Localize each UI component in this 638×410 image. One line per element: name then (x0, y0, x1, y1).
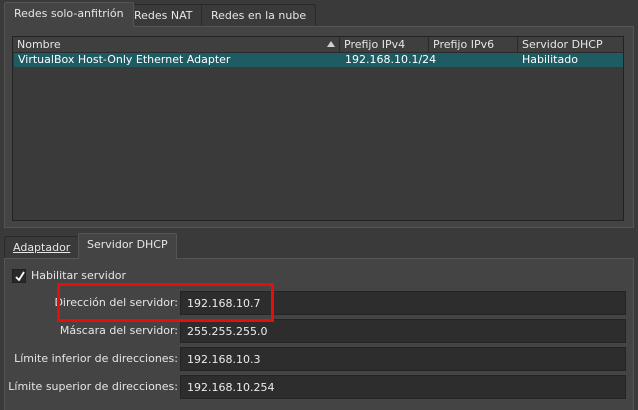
sort-ascending-icon (327, 41, 335, 47)
tab-cloud-networks[interactable]: Redes en la nube (201, 4, 317, 26)
enable-server-checkbox[interactable] (12, 269, 26, 283)
tab-host-only-networks[interactable]: Redes solo-anfitrión (4, 2, 134, 27)
checkmark-icon (15, 271, 25, 282)
server-mask-field[interactable]: 255.255.255.0 (180, 319, 626, 343)
upper-address-bound-label: Límite superior de direcciones: (8, 380, 178, 393)
tab-dhcp-server-label: Servidor DHCP (87, 238, 168, 251)
tab-dhcp-server[interactable]: Servidor DHCP (78, 233, 177, 259)
lower-address-bound-label: Límite inferior de direcciones: (14, 352, 178, 365)
networks-table[interactable]: Nombre Prefijo IPv4 Prefijo IPv6 Servido… (12, 36, 624, 221)
tab-nat-networks[interactable]: Redes NAT (124, 4, 203, 26)
column-header-label: Nombre (17, 38, 61, 51)
highlight-annotation-box (57, 283, 274, 322)
enable-server-label[interactable]: Habilitar servidor (31, 269, 126, 283)
server-mask-label: Máscara del servidor: (59, 324, 178, 337)
cell-name: VirtualBox Host-Only Ethernet Adapter (18, 53, 231, 66)
column-header-ipv6[interactable]: Prefijo IPv6 (429, 37, 518, 52)
column-header-name[interactable]: Nombre (13, 37, 340, 52)
table-header: Nombre Prefijo IPv4 Prefijo IPv6 Servido… (13, 37, 623, 53)
tab-adapter-label: Adaptador (13, 241, 71, 254)
lower-address-bound-field[interactable]: 192.168.10.3 (180, 347, 626, 371)
table-row[interactable]: VirtualBox Host-Only Ethernet Adapter 19… (14, 53, 623, 67)
upper-address-bound-field[interactable]: 192.168.10.254 (180, 375, 626, 399)
cell-dhcp: Habilitado (522, 53, 578, 66)
column-header-ipv4[interactable]: Prefijo IPv4 (340, 37, 429, 52)
tab-adapter[interactable]: Adaptador (4, 236, 80, 258)
column-header-dhcp[interactable]: Servidor DHCP (518, 37, 625, 52)
cell-ipv4: 192.168.10.1/24 (345, 53, 437, 66)
